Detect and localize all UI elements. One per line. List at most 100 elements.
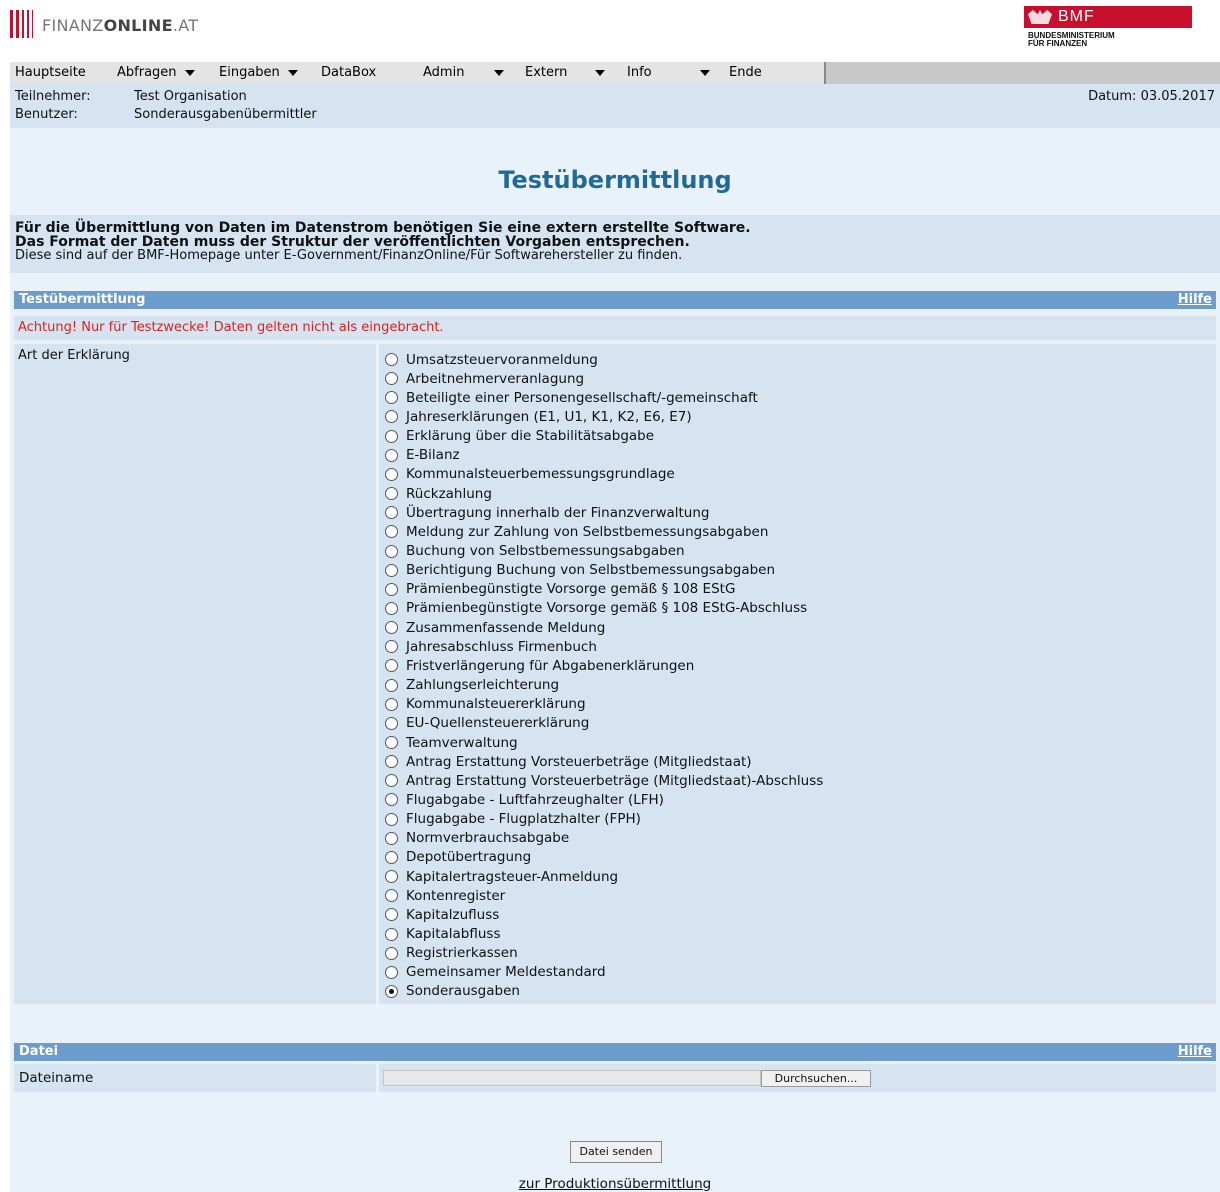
radio-button[interactable] (385, 965, 398, 979)
teilnehmer-label: Teilnehmer: (15, 89, 91, 104)
option-label: Flugabgabe - Luftfahrzeughalter (LFH) (406, 791, 664, 808)
radio-button[interactable] (385, 467, 398, 481)
erklaerung-option[interactable]: Kommunalsteuererklärung (385, 695, 586, 714)
erklaerung-option[interactable]: Teamverwaltung (385, 733, 518, 752)
nav-item-ende[interactable]: Ende (729, 65, 762, 80)
erklaerung-option[interactable]: Antrag Erstattung Vorsteuerbeträge (Mitg… (385, 752, 752, 771)
section-header-testuebermittlung: Testübermittlung Hilfe (14, 291, 1216, 309)
erklaerung-option[interactable]: Übertragung innerhalb der Finanzverwaltu… (385, 503, 710, 522)
erklaerung-option[interactable]: Antrag Erstattung Vorsteuerbeträge (Mitg… (385, 771, 823, 790)
erklaerung-option[interactable]: Kapitalabfluss (385, 925, 501, 944)
erklaerung-option[interactable]: Buchung von Selbstbemessungsabgaben (385, 542, 685, 561)
file-path-field[interactable] (383, 1070, 761, 1086)
radio-button[interactable] (385, 678, 398, 692)
erklaerung-option[interactable]: Kontenregister (385, 886, 505, 905)
erklaerung-option[interactable]: Prämienbegünstigte Vorsorge gemäß § 108 … (385, 599, 807, 618)
radio-button[interactable] (385, 774, 398, 788)
radio-button[interactable] (385, 621, 398, 635)
erklaerung-option[interactable]: Sonderausgaben (385, 982, 520, 1001)
erklaerung-option[interactable]: Registrierkassen (385, 944, 518, 963)
send-file-button[interactable]: Datei senden (570, 1141, 662, 1163)
main-nav: Hauptseite Abfragen Eingaben DataBox Adm… (10, 62, 1220, 84)
eagle-icon (1028, 10, 1052, 24)
radio-button[interactable] (385, 410, 398, 424)
erklaerung-option[interactable]: Normverbrauchsabgabe (385, 829, 569, 848)
radio-button[interactable] (385, 525, 398, 539)
nav-item-hauptseite[interactable]: Hauptseite (15, 65, 86, 80)
erklaerung-option[interactable]: Fristverlängerung für Abgabenerklärungen (385, 656, 694, 675)
radio-button[interactable] (385, 582, 398, 596)
finanzonline-logo[interactable]: FINANZONLINE.AT (10, 10, 198, 38)
erklaerung-option[interactable]: Berichtigung Buchung von Selbstbemessung… (385, 561, 775, 580)
erklaerung-option[interactable]: EU-Quellensteuererklärung (385, 714, 589, 733)
help-link[interactable]: Hilfe (1178, 292, 1212, 307)
erklaerung-option[interactable]: Gemeinsamer Meldestandard (385, 963, 606, 982)
erklaerung-option[interactable]: Umsatzsteuervoranmeldung (385, 350, 598, 369)
radio-button[interactable] (385, 812, 398, 826)
radio-button[interactable] (385, 506, 398, 520)
option-label: Fristverlängerung für Abgabenerklärungen (406, 657, 695, 674)
erklaerung-option[interactable]: E-Bilanz (385, 446, 460, 465)
nav-item-abfragen[interactable]: Abfragen (117, 65, 195, 80)
option-label: Normverbrauchsabgabe (406, 830, 570, 847)
erklaerung-option[interactable]: Meldung zur Zahlung von Selbstbemessungs… (385, 522, 768, 541)
radio-button[interactable] (385, 372, 398, 386)
radio-button[interactable] (385, 487, 398, 501)
radio-button[interactable] (385, 908, 398, 922)
erklaerung-option[interactable]: Depotübertragung (385, 848, 531, 867)
option-label: EU-Quellensteuererklärung (406, 715, 590, 732)
erklaerung-option[interactable]: Flugabgabe - Luftfahrzeughalter (LFH) (385, 790, 664, 809)
help-link[interactable]: Hilfe (1178, 1044, 1212, 1059)
dateiname-label: Dateiname (19, 1070, 94, 1086)
option-label: Antrag Erstattung Vorsteuerbeträge (Mitg… (406, 753, 752, 770)
erklaerung-option[interactable]: Beteiligte einer Personengesellschaft/-g… (385, 388, 758, 407)
erklaerung-option[interactable]: Kommunalsteuerbemessungsgrundlage (385, 465, 675, 484)
radio-button[interactable] (385, 391, 398, 405)
radio-button[interactable] (385, 736, 398, 749)
radio-button[interactable] (385, 793, 398, 807)
nav-item-databox[interactable]: DataBox (321, 65, 376, 80)
option-label: Übertragung innerhalb der Finanzverwaltu… (406, 504, 710, 521)
radio-button[interactable] (385, 563, 398, 577)
radio-button[interactable] (385, 429, 398, 443)
erklaerung-option[interactable]: Flugabgabe - Flugplatzhalter (FPH) (385, 810, 641, 829)
radio-button[interactable] (385, 716, 398, 730)
dateiname-input-cell: Durchsuchen... (379, 1064, 1216, 1092)
option-label: Kapitalertragsteuer-Anmeldung (406, 868, 619, 885)
erklaerung-option[interactable]: Jahresabschluss Firmenbuch (385, 637, 597, 656)
nav-item-info[interactable]: Info (627, 65, 710, 80)
nav-item-eingaben[interactable]: Eingaben (219, 65, 298, 80)
radio-button[interactable] (385, 984, 398, 998)
radio-button[interactable] (385, 544, 398, 558)
radio-button[interactable] (385, 659, 398, 673)
bmf-subtitle: BUNDESMINISTERIUM FÜR FINANZEN (1028, 31, 1115, 48)
radio-button[interactable] (385, 697, 398, 711)
nav-item-extern[interactable]: Extern (525, 65, 606, 80)
browse-button[interactable]: Durchsuchen... (761, 1070, 871, 1087)
radio-button[interactable] (385, 850, 398, 864)
erklaerung-option[interactable]: Kapitalertragsteuer-Anmeldung (385, 867, 618, 886)
erklaerung-option[interactable]: Kapitalzufluss (385, 905, 499, 924)
radio-button[interactable] (385, 640, 398, 654)
radio-button[interactable] (385, 946, 398, 960)
radio-button[interactable] (385, 755, 398, 769)
radio-button[interactable] (385, 601, 398, 615)
bmf-logo[interactable]: BMF BUNDESMINISTERIUM FÜR FINANZEN (1024, 6, 1192, 48)
radio-button[interactable] (385, 831, 398, 845)
radio-button[interactable] (385, 870, 398, 884)
radio-button[interactable] (385, 889, 398, 903)
erklaerung-option[interactable]: Jahreserklärungen (E1, U1, K1, K2, E6, E… (385, 407, 692, 426)
erklaerung-option[interactable]: Prämienbegünstigte Vorsorge gemäß § 108 … (385, 580, 735, 599)
erklaerung-option[interactable]: Zahlungserleichterung (385, 676, 559, 695)
radio-button[interactable] (385, 448, 398, 462)
nav-item-admin[interactable]: Admin (423, 65, 505, 80)
erklaerung-option[interactable]: Arbeitnehmerveranlagung (385, 369, 584, 388)
erklaerung-option[interactable]: Erklärung über die Stabilitätsabgabe (385, 427, 654, 446)
radio-button[interactable] (385, 927, 398, 941)
option-label: Zusammenfassende Meldung (406, 619, 606, 636)
production-link[interactable]: zur Produktionsübermittlung (10, 1176, 1220, 1192)
radio-button[interactable] (385, 353, 398, 366)
erklaerung-option[interactable]: Zusammenfassende Meldung (385, 618, 605, 637)
chevron-down-icon (287, 69, 298, 76)
erklaerung-option[interactable]: Rückzahlung (385, 484, 492, 503)
